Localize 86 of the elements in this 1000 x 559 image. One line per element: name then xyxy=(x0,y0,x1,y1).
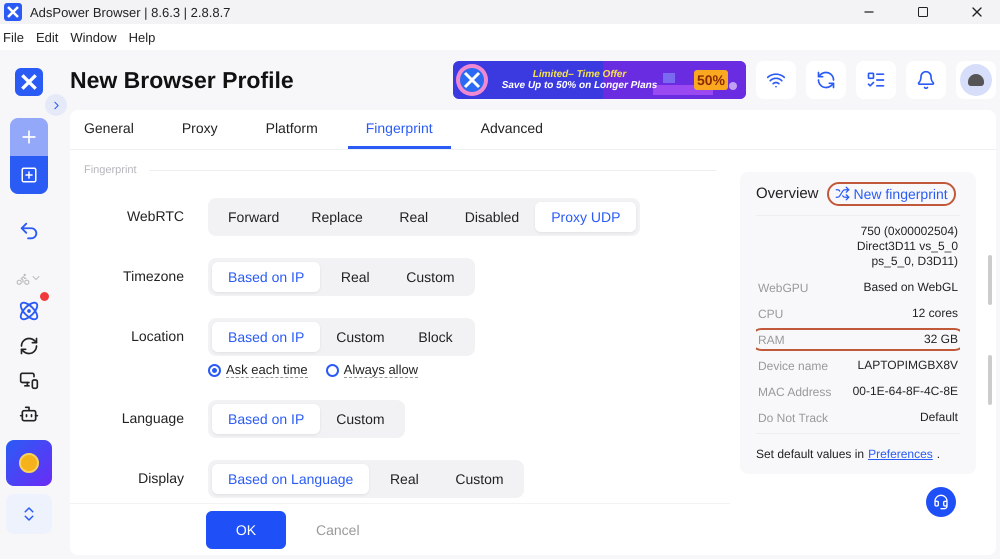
wifi-button[interactable] xyxy=(756,61,796,99)
bell-button[interactable] xyxy=(906,61,946,99)
option-button[interactable]: Based on Language xyxy=(212,464,370,494)
option-button[interactable]: Custom xyxy=(439,464,520,494)
field-label: Location xyxy=(130,327,184,344)
footer-period: . xyxy=(936,447,940,461)
scrollbar[interactable] xyxy=(988,255,992,305)
bell-icon xyxy=(916,70,936,90)
maximize-icon xyxy=(917,6,929,18)
radio-button[interactable] xyxy=(208,364,221,376)
app-logo-icon xyxy=(4,3,22,21)
radio-label[interactable]: Always allow xyxy=(344,362,418,378)
overview-label: Do Not Track xyxy=(758,410,828,424)
sync-button[interactable] xyxy=(806,61,846,99)
notification-dot xyxy=(40,292,49,301)
undo-icon[interactable] xyxy=(18,220,40,242)
option-button[interactable]: Real xyxy=(369,464,440,494)
overview-value: 12 cores xyxy=(912,306,958,321)
tab[interactable]: Fingerprint xyxy=(348,110,451,149)
banner-subtitle: Save Up to 50% on Longer Plans xyxy=(502,80,658,91)
banner-headline: Limited– Time Offer xyxy=(532,69,626,80)
avatar-button[interactable] xyxy=(956,61,996,99)
field-label: WebRTC xyxy=(126,207,184,224)
devices-icon[interactable] xyxy=(19,370,39,390)
discount-badge: 50% xyxy=(694,70,728,90)
page-title: New Browser Profile xyxy=(70,66,295,94)
add-copy-button[interactable] xyxy=(10,156,48,194)
support-button[interactable] xyxy=(926,487,956,517)
app-logo-icon xyxy=(15,68,43,96)
option-button[interactable]: Custom xyxy=(320,404,401,434)
coin-button[interactable] xyxy=(6,440,52,486)
window-title: AdsPower Browser | 8.6.3 | 2.8.8.7 xyxy=(30,4,232,20)
ok-button[interactable]: OK xyxy=(206,510,286,548)
headset-icon xyxy=(933,494,949,510)
radio-button[interactable] xyxy=(326,364,339,376)
overview-label: RAM xyxy=(758,332,785,346)
menu-item[interactable]: Edit xyxy=(36,30,58,44)
radio-label[interactable]: Ask each time xyxy=(226,362,308,378)
overview-label: Device name xyxy=(758,358,828,372)
field-label: Display xyxy=(137,469,184,486)
option-button[interactable]: Based on IP xyxy=(212,404,320,434)
new-fingerprint-button[interactable]: New fingerprint xyxy=(826,182,956,206)
field-label: Language xyxy=(120,409,184,426)
avatar-icon xyxy=(960,64,992,96)
refresh-icon[interactable] xyxy=(19,336,39,356)
overview-label: CPU xyxy=(758,306,784,320)
menu-item[interactable]: Help xyxy=(128,30,156,44)
option-button[interactable]: Block xyxy=(400,322,471,352)
option-button[interactable]: Real xyxy=(378,202,449,232)
overview-label: WebGPU xyxy=(758,280,808,294)
overview-label: MAC Address xyxy=(758,384,832,398)
refresh-icon xyxy=(816,70,836,90)
option-button[interactable]: Replace xyxy=(295,202,379,232)
tab[interactable]: Proxy xyxy=(164,110,236,149)
option-button[interactable]: Based on IP xyxy=(212,322,320,352)
option-button[interactable]: Forward xyxy=(212,202,296,232)
overview-value: Default xyxy=(920,410,958,425)
section-title: Fingerprint xyxy=(84,164,137,176)
option-button[interactable]: Proxy UDP xyxy=(535,202,636,232)
option-button[interactable]: Custom xyxy=(390,262,471,292)
menu-item[interactable]: Window xyxy=(70,30,117,44)
field-label: Timezone xyxy=(122,267,184,284)
overview-value: 32 GB xyxy=(924,332,958,347)
shuffle-icon xyxy=(834,186,850,201)
overview-title: Overview xyxy=(756,185,819,202)
promo-banner[interactable]: Limited– Time Offer Save Up to 50% on Longer Plans 50% xyxy=(453,61,746,99)
expand-button[interactable] xyxy=(45,94,67,116)
robot-icon[interactable] xyxy=(19,404,39,424)
tab[interactable]: Platform xyxy=(248,110,336,149)
tab[interactable]: Advanced xyxy=(462,110,561,149)
menu-item[interactable]: File xyxy=(3,30,24,44)
option-button[interactable]: Based on IP xyxy=(212,262,320,292)
overview-value: 00-1E-64-8F-4C-8E xyxy=(852,384,958,399)
option-button[interactable]: Real xyxy=(320,262,390,292)
overview-value: Based on WebGL xyxy=(863,280,958,295)
overview-value: 750 (0x00002504) Direct3D11 vs_5_0 ps_5_0, D3D11) xyxy=(856,224,958,269)
scrollbar[interactable] xyxy=(988,355,992,405)
atom-icon[interactable] xyxy=(18,300,40,322)
square-plus-icon xyxy=(20,166,38,184)
overview-value: LAPTOPIMGBX8V xyxy=(858,358,958,373)
option-button[interactable]: Disabled xyxy=(448,202,536,232)
footer-text: Set default values in xyxy=(756,447,864,461)
preferences-link[interactable]: Preferences xyxy=(868,447,933,461)
tab[interactable]: General xyxy=(84,110,152,149)
option-button[interactable]: Custom xyxy=(320,322,401,352)
list-button[interactable] xyxy=(856,61,896,99)
